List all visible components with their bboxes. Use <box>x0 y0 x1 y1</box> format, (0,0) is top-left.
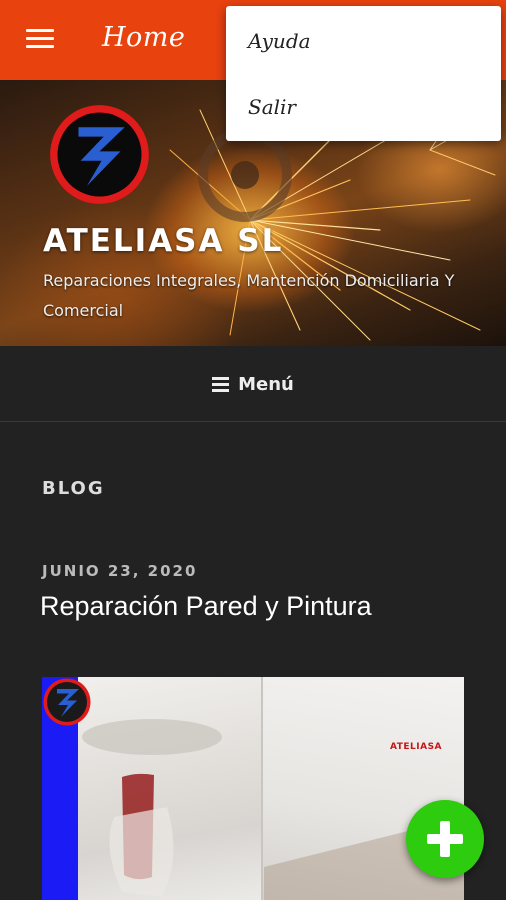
bars-icon <box>212 377 230 392</box>
site-description: Reparaciones Integrales, Mantención Domi… <box>43 271 455 320</box>
post-thumbnail[interactable]: ATELIASA <box>42 677 464 900</box>
menu-bar: Menú <box>0 346 506 422</box>
section-title: BLOG <box>42 478 105 499</box>
plus-icon <box>427 821 463 857</box>
overflow-menu: Ayuda Salir <box>226 6 501 141</box>
hamburger-icon[interactable] <box>26 28 54 50</box>
add-fab-button[interactable] <box>406 800 484 878</box>
post-date[interactable]: JUNIO 23, 2020 <box>42 562 197 580</box>
menu-item-ayuda[interactable]: Ayuda <box>226 8 501 74</box>
thumbnail-scene <box>82 719 464 900</box>
menu-toggle-button[interactable]: Menú <box>0 346 506 422</box>
site-title[interactable]: ATELIASA SL <box>43 223 283 259</box>
menu-item-salir[interactable]: Salir <box>226 74 501 140</box>
post-title[interactable]: Reparación Pared y Pintura <box>40 591 372 622</box>
app-bar-title: Home <box>102 22 186 53</box>
site-logo-icon <box>50 105 149 204</box>
menu-label: Menú <box>238 373 294 395</box>
thumbnail-logo-icon <box>43 678 91 726</box>
thumbnail-brand: ATELIASA <box>389 742 443 752</box>
